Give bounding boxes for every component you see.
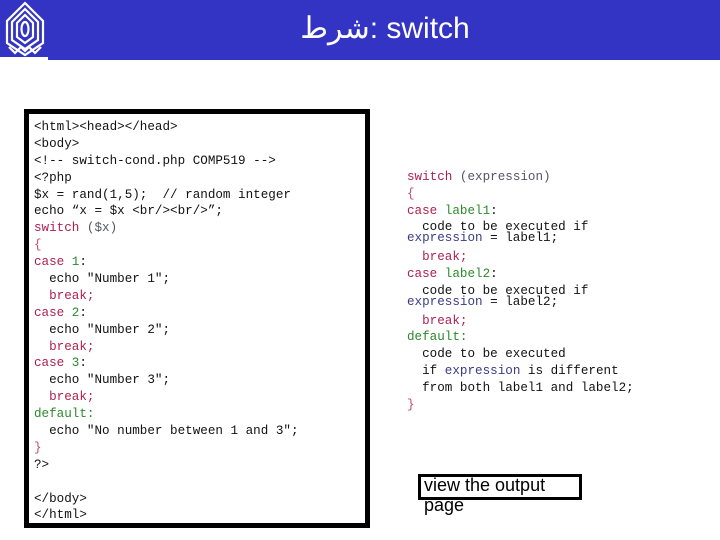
code-token: case xyxy=(34,305,65,320)
code-line: break; xyxy=(34,339,299,356)
example-code: <html><head></head> <body> <!-- switch-con… xyxy=(34,119,299,524)
code-line: default: xyxy=(34,406,299,423)
view-output-label[interactable]: view the output page xyxy=(424,475,584,515)
code-line: expression = label2; xyxy=(407,294,634,309)
code-line: expression = label1; xyxy=(407,232,634,245)
slide-header: switch :شرط xyxy=(0,0,720,60)
code-token: switch xyxy=(34,221,80,236)
code-line: <body> xyxy=(34,136,299,153)
code-line: <html><head></head> xyxy=(34,119,299,136)
code-token: = label1; xyxy=(482,231,559,246)
code-token: switch xyxy=(407,170,453,184)
code-line: if expression is different xyxy=(407,363,634,380)
code-token: } xyxy=(34,440,42,455)
code-line: echo "Number 2"; xyxy=(34,322,299,339)
code-token: (expression) xyxy=(452,170,551,184)
code-line: switch ($x) xyxy=(34,220,299,237)
code-token: : xyxy=(490,266,498,281)
code-line: echo “x = $x <br/><br/>”; xyxy=(34,203,299,220)
code-token: <!-- switch-cond.php COMP519 --> xyxy=(34,153,276,168)
code-line: code to be executed xyxy=(407,346,634,363)
code-line: </body> xyxy=(34,491,299,508)
code-token: expression xyxy=(407,294,483,309)
code-token: } xyxy=(407,397,415,412)
code-token: default: xyxy=(34,407,95,422)
slide-title: switch :شرط xyxy=(300,12,470,45)
code-line: $x = rand(1,5); // random integer xyxy=(34,187,299,204)
code-token: <body> xyxy=(34,136,80,151)
code-line: break; xyxy=(407,249,634,266)
code-token: ($x) xyxy=(79,221,118,236)
code-line: break; xyxy=(34,389,299,406)
code-token: break; xyxy=(34,339,95,354)
code-token: echo "No number between 1 and 3"; xyxy=(34,424,299,439)
code-token: echo "Number 3"; xyxy=(34,373,171,388)
code-line: case 1: xyxy=(34,254,299,271)
code-token: echo “x = $x <br/><br/>”; xyxy=(34,204,223,219)
code-line: echo "Number 1"; xyxy=(34,271,299,288)
code-line: default: xyxy=(407,329,634,346)
code-token: case xyxy=(407,266,438,281)
code-line: break; xyxy=(34,288,299,305)
code-token: : xyxy=(490,203,498,218)
code-token: break; xyxy=(34,390,95,405)
code-token: <html><head></head> xyxy=(34,120,178,134)
code-token: if xyxy=(407,363,445,378)
code-token: case xyxy=(34,255,65,270)
code-line: case label2: xyxy=(407,266,634,283)
code-token: case xyxy=(34,356,65,371)
code-token: </html> xyxy=(34,508,87,523)
code-token: case xyxy=(407,203,438,218)
code-line: case 2: xyxy=(34,305,299,322)
code-line: from both label1 and label2; xyxy=(407,380,634,397)
code-token: default: xyxy=(407,330,468,345)
code-token: ?> xyxy=(34,457,50,472)
code-token: { xyxy=(34,238,42,253)
code-token: label1 xyxy=(444,203,491,218)
code-token: </body> xyxy=(34,491,87,506)
code-line: <!-- switch-cond.php COMP519 --> xyxy=(34,153,299,170)
code-line: } xyxy=(407,397,634,414)
example-code-box: <html><head></head> <body> <!-- switch-con… xyxy=(24,109,370,528)
code-line: } xyxy=(34,440,299,457)
code-token: break; xyxy=(407,313,468,328)
code-token: = label2; xyxy=(482,294,559,309)
switch-syntax-code: switch (expression){case label1: code to… xyxy=(407,169,634,413)
code-line: </html> xyxy=(34,507,299,524)
code-token: expression xyxy=(407,231,483,246)
code-token: break; xyxy=(407,250,468,265)
code-line: echo "No number between 1 and 3"; xyxy=(34,423,299,440)
code-token: : xyxy=(79,356,87,371)
code-line: { xyxy=(34,237,299,254)
code-line: case 3: xyxy=(34,355,299,372)
code-line: <?php xyxy=(34,170,299,187)
code-token: echo "Number 2"; xyxy=(34,322,171,337)
code-token: : xyxy=(79,305,87,320)
code-line: echo "Number 3"; xyxy=(34,372,299,389)
code-line: switch (expression) xyxy=(407,169,634,186)
code-token: code to be executed xyxy=(407,347,566,362)
code-token: label2 xyxy=(444,266,491,281)
code-token: <?php xyxy=(34,170,72,185)
code-line: case label1: xyxy=(407,203,634,220)
code-token: from both label1 and label2; xyxy=(407,380,634,395)
code-token: is different xyxy=(520,363,619,378)
code-token: expression xyxy=(444,363,521,378)
code-token: $x = rand(1,5); // random integer xyxy=(34,187,291,202)
logo-underline xyxy=(0,57,48,61)
code-line: break; xyxy=(407,313,634,330)
code-token: : xyxy=(79,255,87,270)
code-token: { xyxy=(407,186,415,201)
code-line: ?> xyxy=(34,457,299,474)
code-token: break; xyxy=(34,288,95,303)
code-token: echo "Number 1"; xyxy=(34,272,171,287)
code-line: { xyxy=(407,186,634,203)
